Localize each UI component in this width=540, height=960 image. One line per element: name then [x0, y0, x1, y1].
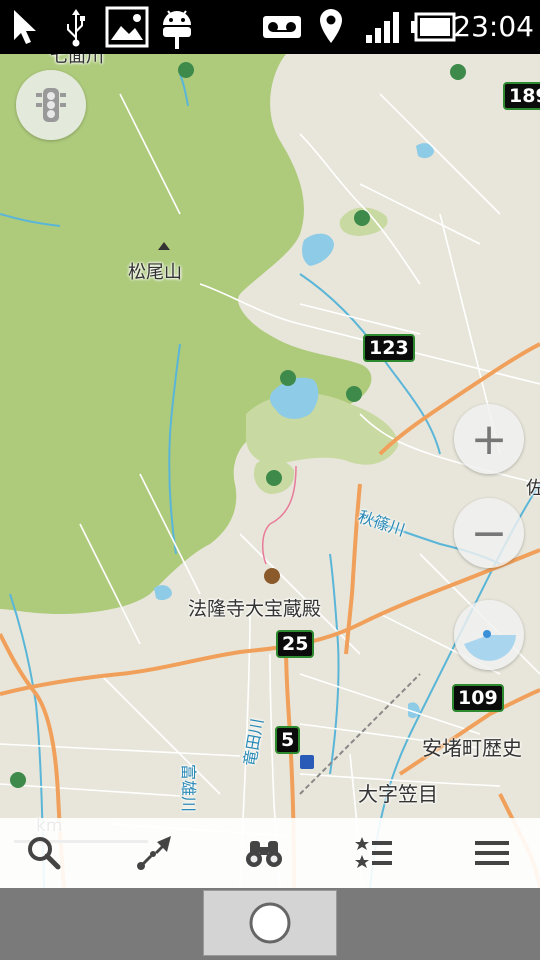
route-shield: 25: [276, 630, 315, 658]
station-icon: [300, 755, 314, 769]
museum-label: 法隆寺大宝蔵殿: [188, 598, 322, 620]
battery-icon: [410, 6, 456, 48]
history-label: 安堵町歴史: [422, 736, 522, 760]
traffic-light-icon: [36, 88, 66, 122]
signal-icon: [364, 6, 404, 48]
zoom-in-button[interactable]: +: [454, 404, 524, 474]
location-icon: [316, 6, 346, 48]
map-view[interactable]: 松尾山 法隆寺大宝蔵殿 大字笠目 安堵町歴史 秋篠川 富雄川 竜田川 七面川 佐…: [0, 54, 540, 888]
partial-label: 佐: [526, 478, 540, 499]
route-icon: [137, 836, 171, 870]
route-shield: 109: [452, 684, 504, 712]
search-icon: [28, 837, 61, 870]
route-shield: 123: [363, 334, 415, 362]
system-nav-bar: [0, 888, 540, 960]
bottom-toolbar: [0, 818, 540, 888]
compass-icon: [464, 630, 516, 661]
museum-icon: [264, 568, 280, 584]
area-label: 大字笠目: [358, 782, 438, 806]
home-button[interactable]: [203, 890, 337, 956]
usb-icon: [58, 6, 94, 48]
voicemail-icon: [262, 6, 302, 48]
traffic-button[interactable]: [16, 70, 86, 140]
search-button[interactable]: [4, 818, 84, 888]
android-debug-icon: [158, 6, 196, 49]
status-bar: 23:04: [0, 0, 540, 54]
mountain-label: 松尾山: [128, 262, 182, 283]
image-icon: [104, 6, 150, 48]
river-label: 富雄川: [179, 763, 199, 813]
zoom-out-button[interactable]: −: [454, 498, 524, 568]
compass-button[interactable]: [454, 600, 524, 670]
map-canvas: [0, 54, 540, 888]
menu-button[interactable]: [452, 818, 532, 888]
bookmarks-icon: [355, 837, 392, 868]
home-circle-icon: [249, 902, 291, 944]
bookmarks-button[interactable]: [334, 818, 414, 888]
explore-button[interactable]: [224, 818, 304, 888]
route-shield: 5: [275, 726, 301, 754]
partial-label: 七面川: [50, 54, 104, 67]
binoculars-icon: [246, 841, 282, 867]
clock: 23:04: [453, 10, 534, 43]
route-button[interactable]: [114, 818, 194, 888]
route-shield: 189: [503, 82, 540, 110]
menu-icon: [475, 841, 509, 865]
cursor-icon: [8, 6, 44, 48]
